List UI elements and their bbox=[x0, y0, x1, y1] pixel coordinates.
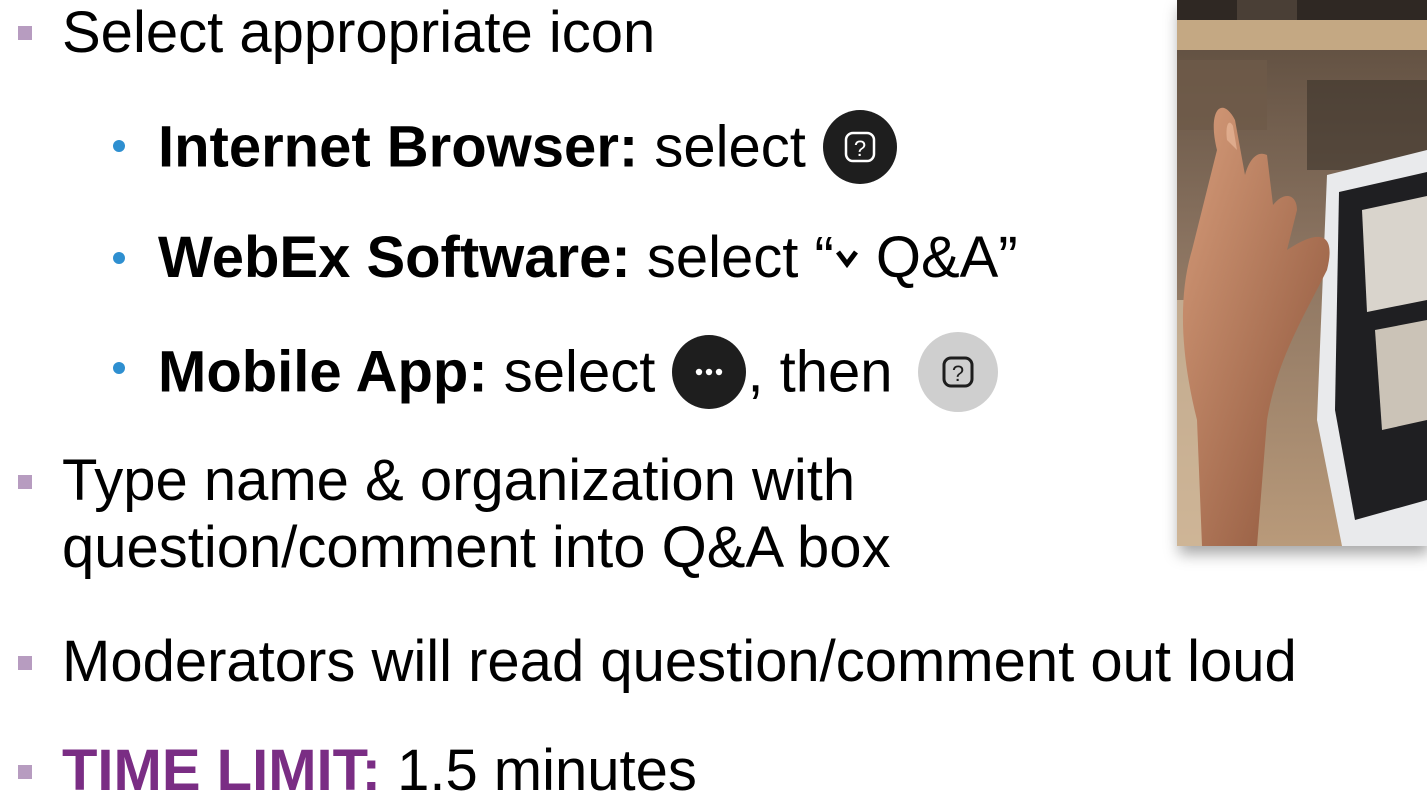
square-bullet bbox=[18, 475, 32, 489]
webex-text: select “ bbox=[630, 225, 834, 290]
mobile-text: select bbox=[487, 339, 672, 405]
browser-text: select bbox=[638, 114, 822, 180]
time-limit-label: TIME LIMIT: bbox=[62, 738, 381, 803]
webex-label: WebEx Software: bbox=[158, 225, 631, 290]
bullet-moderators: Moderators will read question/comment ou… bbox=[62, 629, 1297, 694]
round-bullet bbox=[113, 362, 125, 374]
bullet-type-line2: question/comment into Q&A box bbox=[62, 515, 891, 580]
time-limit-value: 1.5 minutes bbox=[380, 738, 697, 803]
square-bullet bbox=[18, 656, 32, 670]
sub-bullet-mobile: Mobile App: select , then ? bbox=[158, 332, 999, 417]
sub-bullet-browser: Internet Browser: select ? bbox=[158, 110, 898, 189]
chevron-down-icon bbox=[834, 245, 860, 271]
mobile-then: , then bbox=[747, 339, 909, 405]
round-bullet bbox=[113, 252, 125, 264]
sub-bullet-webex: WebEx Software: select “ Q&A” bbox=[158, 225, 1018, 291]
round-bullet bbox=[113, 140, 125, 152]
bullet-select-icon: Select appropriate icon bbox=[62, 0, 656, 65]
question-icon: ? bbox=[917, 331, 999, 413]
photo-hand-tablet bbox=[1177, 0, 1427, 546]
svg-text:?: ? bbox=[952, 361, 964, 386]
bullet-time-limit: TIME LIMIT: 1.5 minutes bbox=[62, 738, 697, 804]
browser-label: Internet Browser: bbox=[158, 114, 639, 180]
mobile-label: Mobile App: bbox=[158, 339, 488, 405]
bullet-type-line1: Type name & organization with bbox=[62, 448, 856, 513]
svg-text:?: ? bbox=[854, 136, 866, 161]
square-bullet bbox=[18, 26, 32, 40]
more-dots-icon bbox=[671, 334, 747, 410]
webex-qa: Q&A” bbox=[859, 225, 1018, 290]
square-bullet bbox=[18, 765, 32, 779]
question-icon: ? bbox=[822, 109, 898, 185]
